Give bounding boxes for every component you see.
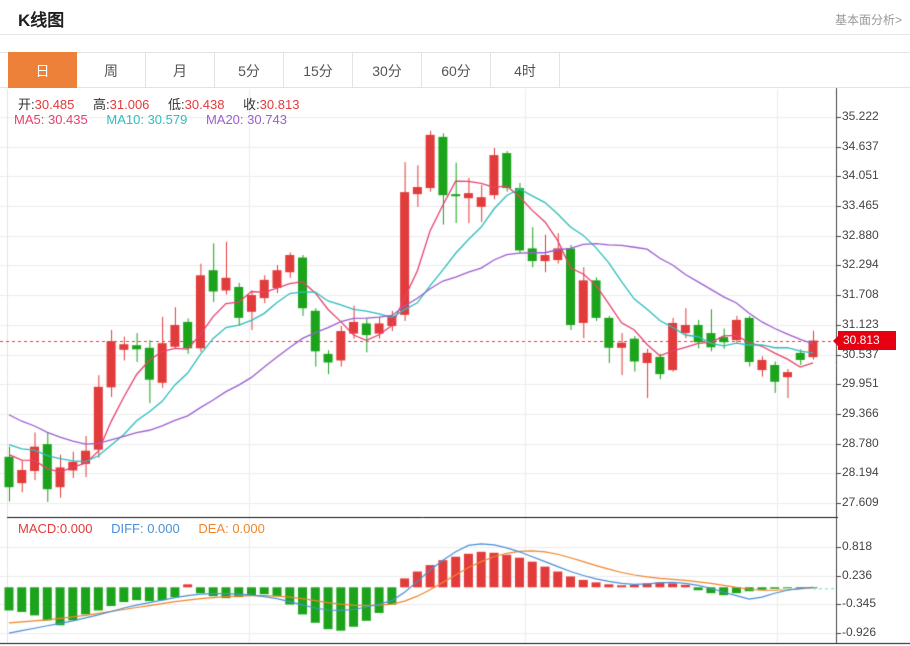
ma-legend: MA5: 30.435 MA10: 30.579 MA20: 30.743 [14,112,302,127]
ma20-legend: MA20: 30.743 [206,112,287,127]
ohlc-open: 开:30.485 [18,97,74,112]
period-tabs: 日 周 月 5分 15分 30分 60分 4时 [8,52,560,88]
period-tab-strip: 日 周 月 5分 15分 30分 60分 4时 [0,52,910,88]
axis-tick-label: 28.194 [842,465,906,479]
tab-30min[interactable]: 30分 [353,52,422,88]
ohlc-high: 高:31.006 [93,97,149,112]
tab-4hour[interactable]: 4时 [491,52,560,88]
ohlc-close: 收:30.813 [243,97,299,112]
dea-value: DEA: 0.000 [198,521,265,536]
axis-tick-label: 35.222 [842,109,906,123]
axis-tick-label: 0.818 [842,539,906,553]
ohlc-low: 低:30.438 [168,97,224,112]
axis-tick-label: 32.880 [842,228,906,242]
header-divider [0,34,910,35]
axis-tick-label: 29.366 [842,406,906,420]
page-title: K线图 [18,6,64,31]
axis-tick-label: 31.708 [842,287,906,301]
axis-tick-label: 32.294 [842,257,906,271]
macd-legend: MACD:0.000 DIFF: 0.000 DEA: 0.000 [18,521,280,536]
tab-month[interactable]: 月 [146,52,215,88]
tab-60min[interactable]: 60分 [422,52,491,88]
ohlc-legend: 开:30.485 高:31.006 低:30.438 收:30.813 [18,94,314,113]
tab-15min[interactable]: 15分 [284,52,353,88]
diff-value: DIFF: 0.000 [111,521,180,536]
tab-5min[interactable]: 5分 [215,52,284,88]
current-price-badge: 30.813 [838,331,896,350]
axis-tick-label: 34.637 [842,139,906,153]
axis-tick-label: -0.345 [842,596,906,610]
fundamental-analysis-link[interactable]: 基本面分析> [835,11,902,28]
axis-tick-label: 28.780 [842,436,906,450]
macd-value: MACD:0.000 [18,521,92,536]
ma5-legend: MA5: 30.435 [14,112,88,127]
axis-tick-label: 31.123 [842,317,906,331]
axis-tick-label: 0.236 [842,568,906,582]
axis-tick-label: 33.465 [842,198,906,212]
kline-app: K线图 基本面分析> 日 周 月 5分 15分 30分 60分 4时 开:30.… [0,0,910,646]
tab-day[interactable]: 日 [8,52,77,88]
axis-tick-label: 34.051 [842,168,906,182]
axis-tick-label: 27.609 [842,495,906,509]
ma10-legend: MA10: 30.579 [106,112,187,127]
axis-tick-label: 29.951 [842,376,906,390]
axis-tick-label: -0.926 [842,625,906,639]
tab-week[interactable]: 周 [77,52,146,88]
